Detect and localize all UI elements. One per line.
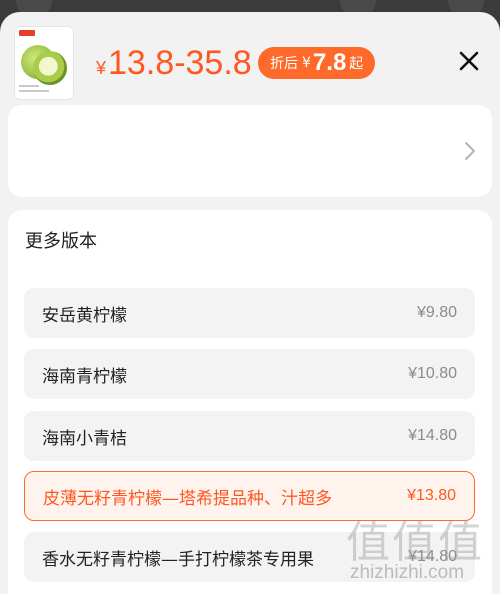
version-name: 海南小青桔 bbox=[42, 428, 127, 449]
version-price: ¥14.80 bbox=[408, 548, 457, 565]
spec-selector-card[interactable] bbox=[8, 105, 492, 197]
thumbnail-caption-line bbox=[19, 85, 39, 87]
version-option-selected[interactable]: 皮薄无籽青柠檬—塔希提品种、汁超多 ¥13.80 bbox=[24, 471, 475, 521]
discount-prefix: 折后 bbox=[270, 56, 298, 72]
section-title: 更多版本 bbox=[25, 231, 97, 252]
version-name: 海南青柠檬 bbox=[42, 366, 127, 387]
discount-currency: ¥ bbox=[302, 55, 311, 71]
discount-suffix: 起 bbox=[349, 56, 364, 72]
price-range: ¥13.8-35.8 bbox=[96, 43, 252, 88]
more-versions-card: 更多版本 安岳黄柠檬 ¥9.80 海南青柠檬 ¥10.80 海南小青桔 ¥14.… bbox=[8, 210, 492, 594]
discount-price-badge: 折后 ¥ 7.8 起 bbox=[258, 47, 376, 79]
version-price: ¥13.80 bbox=[407, 487, 456, 504]
price-range-value: 13.8-35.8 bbox=[108, 44, 252, 82]
discount-amount: 7.8 bbox=[312, 49, 347, 76]
version-price: ¥10.80 bbox=[408, 365, 457, 382]
version-option[interactable]: 海南青柠檬 ¥10.80 bbox=[24, 349, 475, 399]
product-thumbnail[interactable] bbox=[14, 26, 74, 100]
thumbnail-badge bbox=[19, 30, 35, 36]
sku-selector-sheet: ¥13.8-35.8 折后 ¥ 7.8 起 更多版本 安岳黄柠檬 ¥9.80 海… bbox=[0, 12, 500, 594]
version-name: 香水无籽青柠檬—手打柠檬茶专用果 bbox=[42, 549, 314, 570]
version-price: ¥9.80 bbox=[416, 304, 457, 321]
close-icon[interactable] bbox=[458, 50, 480, 72]
version-price: ¥14.80 bbox=[408, 427, 457, 444]
currency-symbol: ¥ bbox=[96, 58, 107, 78]
version-name: 安岳黄柠檬 bbox=[42, 305, 127, 326]
thumbnail-caption-line bbox=[19, 90, 49, 92]
version-option[interactable]: 安岳黄柠檬 ¥9.80 bbox=[24, 288, 475, 338]
chevron-right-icon bbox=[465, 142, 475, 160]
lime-slice-image bbox=[33, 51, 67, 85]
version-name: 皮薄无籽青柠檬—塔希提品种、汁超多 bbox=[43, 488, 332, 509]
version-option[interactable]: 海南小青桔 ¥14.80 bbox=[24, 411, 475, 461]
version-option[interactable]: 香水无籽青柠檬—手打柠檬茶专用果 ¥14.80 bbox=[24, 532, 475, 582]
